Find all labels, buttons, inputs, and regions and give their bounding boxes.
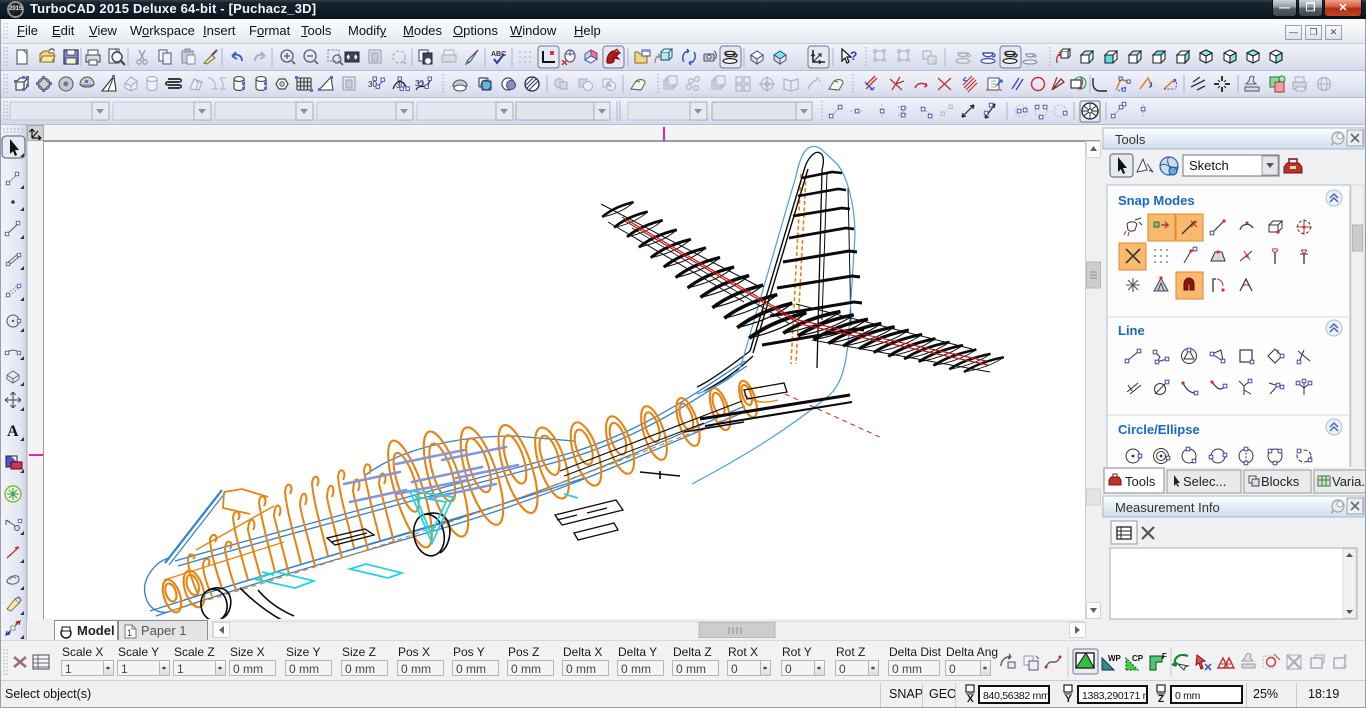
svg-text:Measurement Info: Measurement Info xyxy=(1115,500,1220,515)
svg-text:Sketch: Sketch xyxy=(1189,158,1229,173)
svg-text:Circle/Ellipse: Circle/Ellipse xyxy=(1118,422,1200,437)
svg-text:Z: Z xyxy=(1158,694,1164,705)
svg-text:Y: Y xyxy=(1065,694,1072,705)
svg-text:Blocks: Blocks xyxy=(1261,474,1300,489)
svg-text:CP: CP xyxy=(1132,654,1144,663)
svg-text:A: A xyxy=(7,423,19,440)
svg-text:WP: WP xyxy=(1108,654,1122,663)
svg-text:1: 1 xyxy=(127,628,132,638)
svg-text:X: X xyxy=(967,694,974,705)
svg-text:Line: Line xyxy=(1118,323,1145,338)
svg-text:Varia...: Varia... xyxy=(1332,474,1366,489)
svg-text:Snap Modes: Snap Modes xyxy=(1118,193,1195,208)
svg-text:Tools: Tools xyxy=(1115,132,1146,147)
svg-text:F: F xyxy=(1162,652,1167,661)
svg-text:Tools: Tools xyxy=(1125,474,1156,489)
svg-text:Selec...: Selec... xyxy=(1183,474,1226,489)
